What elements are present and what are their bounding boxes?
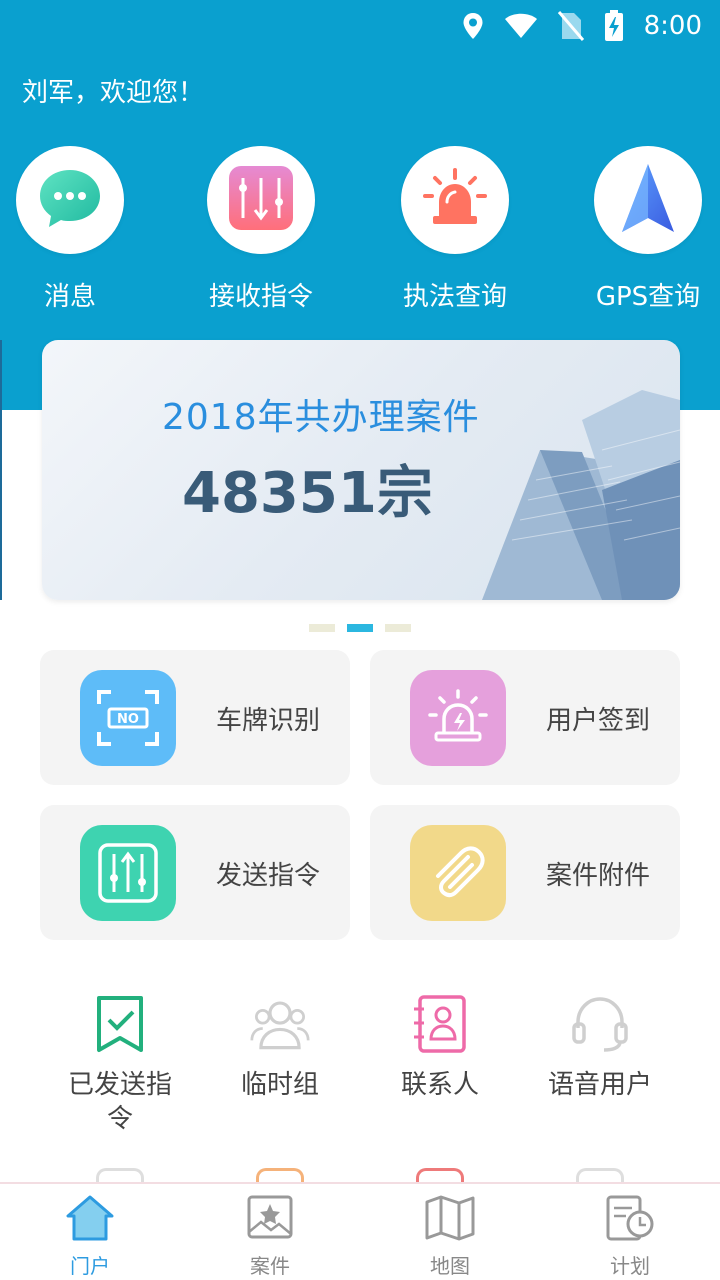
- contact-book-icon: [410, 994, 470, 1054]
- card-plate-recognition[interactable]: NO 车牌识别: [40, 650, 350, 785]
- grid-label: 语音用户: [547, 1070, 652, 1100]
- banner-count: 48351宗: [182, 461, 433, 526]
- quick-action-circle[interactable]: [207, 146, 315, 254]
- carousel-dot-active[interactable]: [347, 624, 373, 632]
- peek-icon: [416, 1168, 464, 1182]
- bookmark-check-icon: [90, 994, 150, 1054]
- no-sim-icon: [557, 11, 584, 41]
- status-bar: 8:00: [0, 0, 720, 52]
- status-time: 8:00: [643, 11, 702, 41]
- quick-action-law-query[interactable]: 执法查询: [385, 146, 525, 313]
- nav-label: 案件: [250, 1254, 290, 1278]
- nav-tab-map[interactable]: 地图: [360, 1184, 540, 1280]
- next-row-peek: [0, 1168, 720, 1182]
- banner-previous-edge: [0, 340, 2, 600]
- grid-item-temp-group[interactable]: 临时组: [200, 994, 360, 1102]
- grid-label: 联系人: [400, 1070, 479, 1100]
- grid-label: 已发送指令: [67, 1070, 172, 1134]
- group-icon: [250, 994, 310, 1054]
- welcome-text: 刘军，欢迎您！: [22, 78, 205, 108]
- map-icon: [424, 1194, 476, 1246]
- carousel-dot[interactable]: [309, 624, 335, 632]
- carousel-indicator: [309, 624, 411, 632]
- card-label: 车牌识别: [216, 706, 321, 736]
- nav-label: 门户: [70, 1254, 110, 1278]
- svg-text:NO: NO: [117, 712, 139, 727]
- card-case-attachments[interactable]: 案件附件: [370, 805, 680, 940]
- quick-action-label: 消息: [43, 282, 96, 312]
- card-label: 发送指令: [216, 861, 321, 891]
- peek-icon: [576, 1168, 624, 1182]
- chat-bubble-icon: [37, 166, 103, 234]
- alarm-light-icon: [410, 670, 506, 766]
- equalizer-download-icon: [229, 166, 293, 234]
- quick-action-label: 接收指令: [208, 282, 313, 312]
- grid-label: 临时组: [240, 1070, 319, 1100]
- grid-item-contacts[interactable]: 联系人: [360, 994, 520, 1102]
- quick-action-circle[interactable]: [594, 146, 702, 254]
- quick-action-label: 执法查询: [402, 282, 507, 312]
- nav-tab-portal[interactable]: 门户: [0, 1184, 180, 1280]
- nav-tab-cases[interactable]: 案件: [180, 1184, 360, 1280]
- nav-label: 地图: [430, 1254, 470, 1278]
- quick-actions: 消息 接收指令 执法查询 GPS查询: [0, 146, 720, 316]
- quick-action-receive-command[interactable]: 接收指令: [191, 146, 331, 313]
- case-star-icon: [245, 1194, 295, 1246]
- carousel-dot[interactable]: [385, 624, 411, 632]
- card-send-command[interactable]: 发送指令: [40, 805, 350, 940]
- headset-icon: [570, 994, 630, 1054]
- siren-icon: [423, 168, 487, 232]
- quick-action-label: GPS查询: [595, 282, 701, 312]
- banner-carousel[interactable]: 2018年共办理案件 48351宗: [42, 340, 680, 600]
- wifi-icon: [504, 13, 538, 39]
- card-label: 案件附件: [546, 861, 651, 891]
- quick-action-circle[interactable]: [401, 146, 509, 254]
- bottom-navigation: 门户 案件 地图 计划: [0, 1182, 720, 1280]
- quick-action-gps-query[interactable]: GPS查询: [578, 146, 718, 313]
- location-icon: [462, 12, 484, 40]
- battery-charging-icon: [604, 10, 624, 42]
- grid-item-sent-commands[interactable]: 已发送指令: [40, 994, 200, 1136]
- grid-item-voice-users[interactable]: 语音用户: [520, 994, 680, 1102]
- paperclip-icon: [410, 825, 506, 921]
- peek-icon: [256, 1168, 304, 1182]
- plan-clock-icon: [604, 1194, 656, 1246]
- peek-icon: [96, 1168, 144, 1182]
- navigation-arrow-icon: [620, 162, 676, 238]
- license-plate-scan-icon: NO: [80, 670, 176, 766]
- card-user-checkin[interactable]: 用户签到: [370, 650, 680, 785]
- banner-title: 2018年共办理案件: [162, 397, 480, 438]
- equalizer-upload-icon: [80, 825, 176, 921]
- quick-action-circle[interactable]: [16, 146, 124, 254]
- quick-action-messages[interactable]: 消息: [0, 146, 140, 313]
- home-icon: [65, 1194, 115, 1246]
- nav-label: 计划: [610, 1254, 650, 1278]
- card-label: 用户签到: [546, 706, 651, 736]
- nav-tab-plan[interactable]: 计划: [540, 1184, 720, 1280]
